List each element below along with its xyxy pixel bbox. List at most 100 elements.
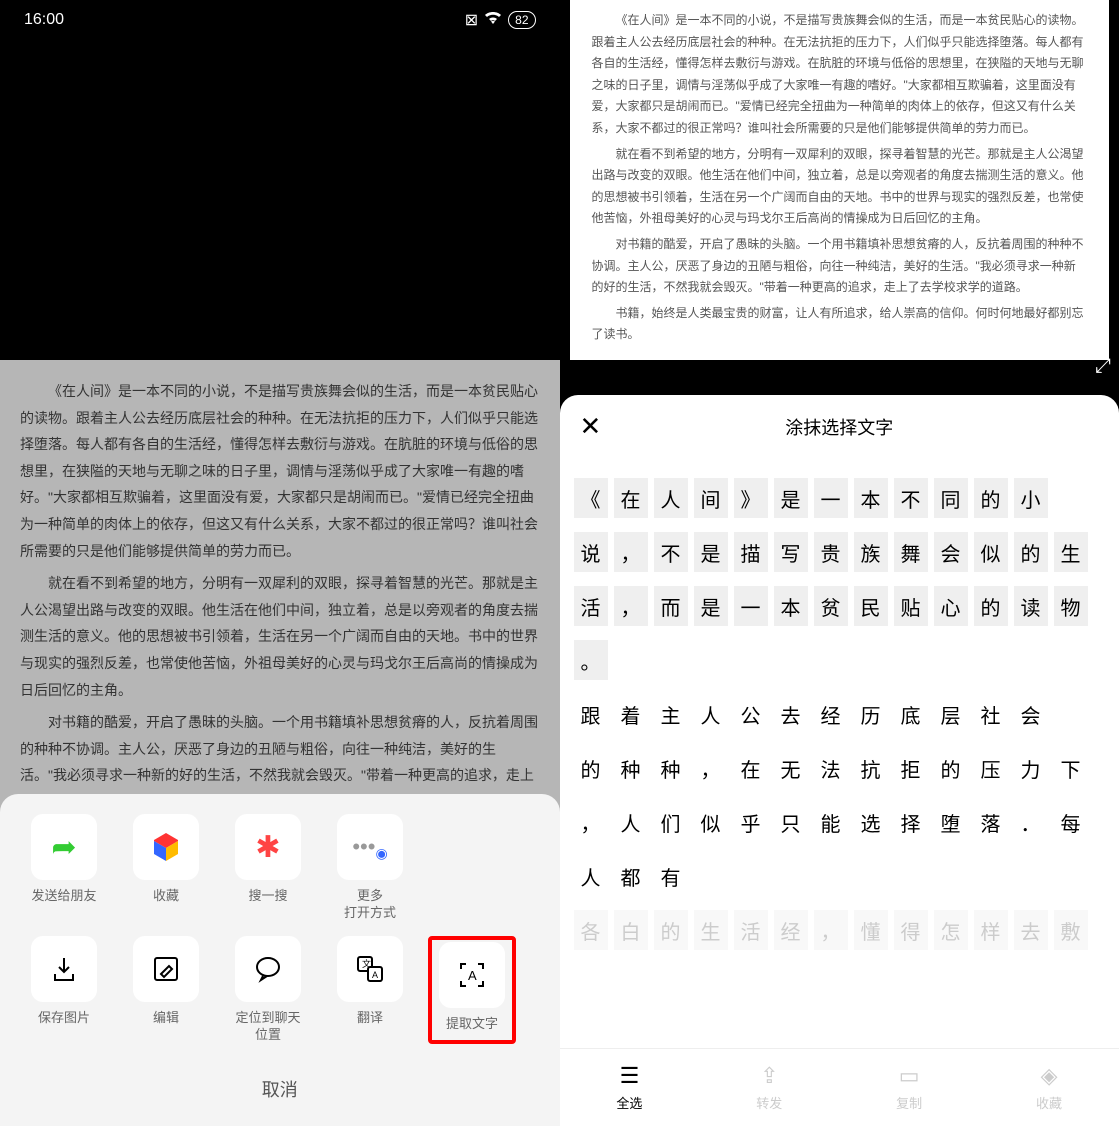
- char-cell[interactable]: 的: [974, 478, 1008, 518]
- char-cell[interactable]: 活: [734, 910, 768, 950]
- save-image[interactable]: 保存图片: [20, 936, 108, 1044]
- copy-button[interactable]: ▭ 复制: [839, 1063, 979, 1112]
- char-cell[interactable]: 小: [1014, 478, 1048, 518]
- char-cell[interactable]: 而: [654, 586, 688, 626]
- char-cell[interactable]: 人: [654, 478, 688, 518]
- char-cell[interactable]: 落: [974, 802, 1008, 842]
- char-cell[interactable]: ，: [574, 802, 608, 842]
- char-cell[interactable]: 堕: [934, 802, 968, 842]
- char-cell[interactable]: 同: [934, 478, 968, 518]
- char-cell[interactable]: 。: [574, 640, 608, 680]
- select-all-button[interactable]: ☰ 全选: [560, 1063, 700, 1112]
- more-open-with[interactable]: •••◉ 更多 打开方式: [326, 814, 414, 922]
- char-cell[interactable]: 贵: [814, 532, 848, 572]
- char-cell[interactable]: 经: [774, 910, 808, 950]
- char-cell[interactable]: 历: [854, 694, 888, 734]
- char-cell[interactable]: 拒: [894, 748, 928, 788]
- char-cell[interactable]: 族: [854, 532, 888, 572]
- char-cell[interactable]: 社: [974, 694, 1008, 734]
- char-cell[interactable]: 的: [974, 586, 1008, 626]
- char-cell[interactable]: 人: [694, 694, 728, 734]
- char-cell[interactable]: 一: [734, 586, 768, 626]
- char-cell[interactable]: 敷: [1054, 910, 1088, 950]
- char-cell[interactable]: 舞: [894, 532, 928, 572]
- char-cell[interactable]: 们: [654, 802, 688, 842]
- char-cell[interactable]: 物: [1054, 586, 1088, 626]
- char-cell[interactable]: 公: [734, 694, 768, 734]
- char-cell[interactable]: 》: [734, 478, 768, 518]
- favorite[interactable]: 收藏: [122, 814, 210, 922]
- favorite-button[interactable]: ◈ 收藏: [979, 1063, 1119, 1112]
- char-cell[interactable]: 每: [1054, 802, 1088, 842]
- char-cell[interactable]: 不: [894, 478, 928, 518]
- char-cell[interactable]: 贴: [894, 586, 928, 626]
- char-cell[interactable]: 样: [974, 910, 1008, 950]
- char-cell[interactable]: 下: [1054, 748, 1088, 788]
- forward-button[interactable]: ⇪ 转发: [699, 1063, 839, 1112]
- char-cell[interactable]: 怎: [934, 910, 968, 950]
- char-cell[interactable]: 说: [574, 532, 608, 572]
- char-cell[interactable]: 层: [934, 694, 968, 734]
- char-cell[interactable]: 抗: [854, 748, 888, 788]
- char-cell[interactable]: 写: [774, 532, 808, 572]
- char-cell[interactable]: ，: [614, 586, 648, 626]
- char-cell[interactable]: 经: [814, 694, 848, 734]
- char-cell[interactable]: ，: [814, 910, 848, 950]
- char-cell[interactable]: 的: [1014, 532, 1048, 572]
- char-cell[interactable]: 种: [654, 748, 688, 788]
- char-cell[interactable]: 的: [654, 910, 688, 950]
- char-cell[interactable]: 择: [894, 802, 928, 842]
- extract-text[interactable]: A 提取文字: [428, 936, 516, 1044]
- char-cell[interactable]: 乎: [734, 802, 768, 842]
- char-cell[interactable]: 人: [614, 802, 648, 842]
- char-cell[interactable]: 会: [1014, 694, 1048, 734]
- char-cell[interactable]: 懂: [854, 910, 888, 950]
- char-cell[interactable]: 压: [974, 748, 1008, 788]
- char-selection-grid[interactable]: 《在人间》是一本不同的小说，不是描写贵族舞会似的生活，而是一本贫民贴心的读物。 …: [560, 458, 1119, 1048]
- char-cell[interactable]: ．: [1014, 802, 1048, 842]
- char-cell[interactable]: 活: [574, 586, 608, 626]
- cancel-button[interactable]: 取消: [12, 1058, 548, 1116]
- char-cell[interactable]: 间: [694, 478, 728, 518]
- char-cell[interactable]: 是: [694, 532, 728, 572]
- char-cell[interactable]: 民: [854, 586, 888, 626]
- char-cell[interactable]: 去: [774, 694, 808, 734]
- char-cell[interactable]: 不: [654, 532, 688, 572]
- char-cell[interactable]: 种: [614, 748, 648, 788]
- char-cell[interactable]: 一: [814, 478, 848, 518]
- locate-in-chat[interactable]: 定位到聊天 位置: [224, 936, 312, 1044]
- char-cell[interactable]: 本: [854, 478, 888, 518]
- char-cell[interactable]: 得: [894, 910, 928, 950]
- char-cell[interactable]: 选: [854, 802, 888, 842]
- char-cell[interactable]: 会: [934, 532, 968, 572]
- char-cell[interactable]: 生: [1054, 532, 1088, 572]
- char-cell[interactable]: 描: [734, 532, 768, 572]
- char-cell[interactable]: 在: [734, 748, 768, 788]
- char-cell[interactable]: 读: [1014, 586, 1048, 626]
- char-cell[interactable]: 是: [694, 586, 728, 626]
- char-cell[interactable]: 人: [574, 856, 608, 896]
- char-cell[interactable]: 只: [774, 802, 808, 842]
- close-icon[interactable]: ✕: [580, 411, 602, 442]
- char-cell[interactable]: 生: [694, 910, 728, 950]
- char-cell[interactable]: 着: [614, 694, 648, 734]
- char-cell[interactable]: 贫: [814, 586, 848, 626]
- translate[interactable]: 文A 翻译: [326, 936, 414, 1044]
- char-cell[interactable]: 去: [1014, 910, 1048, 950]
- share-to-friend[interactable]: ➦ 发送给朋友: [20, 814, 108, 922]
- char-cell[interactable]: 在: [614, 478, 648, 518]
- char-cell[interactable]: 无: [774, 748, 808, 788]
- char-cell[interactable]: 本: [774, 586, 808, 626]
- edit[interactable]: 编辑: [122, 936, 210, 1044]
- char-cell[interactable]: 底: [894, 694, 928, 734]
- char-cell[interactable]: 力: [1014, 748, 1048, 788]
- search[interactable]: ✱ 搜一搜: [224, 814, 312, 922]
- char-cell[interactable]: 白: [614, 910, 648, 950]
- char-cell[interactable]: 《: [574, 478, 608, 518]
- char-cell[interactable]: 心: [934, 586, 968, 626]
- char-cell[interactable]: 都: [614, 856, 648, 896]
- char-cell[interactable]: 有: [654, 856, 688, 896]
- char-cell[interactable]: 似: [694, 802, 728, 842]
- char-cell[interactable]: 各: [574, 910, 608, 950]
- char-cell[interactable]: 主: [654, 694, 688, 734]
